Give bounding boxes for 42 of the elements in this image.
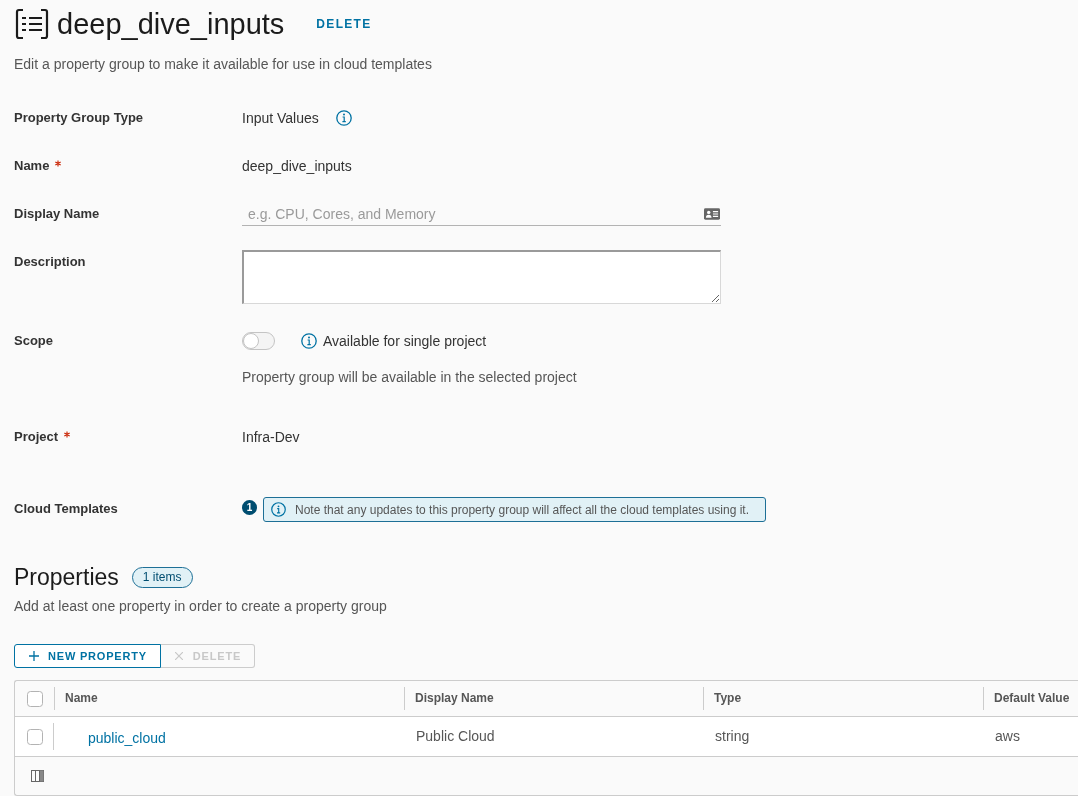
select-all-checkbox[interactable]	[26, 690, 43, 707]
table-cell-text: Public Cloud	[415, 727, 496, 746]
field-value: Infra-Dev	[242, 428, 300, 447]
bracketed-list-icon	[15, 8, 49, 40]
field-label: Description	[14, 253, 86, 271]
row-checkbox[interactable]	[26, 728, 43, 745]
property-name-link[interactable]: public_cloud	[88, 730, 166, 746]
column-header[interactable]: Name	[54, 681, 404, 716]
display-name-field[interactable]: e.g. CPU, Cores, and Memory	[242, 202, 721, 226]
field-value: Input Values	[242, 109, 319, 128]
table-cell-text: string	[714, 727, 751, 746]
field-label: Display Name	[14, 205, 100, 223]
cross-icon	[174, 652, 183, 660]
column-header[interactable]: Type	[703, 681, 983, 716]
field-label: Scope	[14, 332, 53, 350]
info-icon[interactable]	[301, 333, 317, 349]
page-title: deep_dive_inputs	[57, 8, 285, 40]
delete-link[interactable]: DELETE	[316, 16, 372, 32]
id-card-icon[interactable]	[704, 208, 720, 220]
alert-message: Note that any updates to this property group will affect all the cloud templates using it.	[295, 502, 750, 517]
column-header[interactable]: Default Value	[983, 681, 1078, 716]
table-cell-text: aws	[994, 727, 1021, 746]
field-label: Property Group Type	[14, 109, 144, 127]
count-badge: 1	[242, 500, 257, 515]
section-title: Properties	[14, 563, 119, 591]
info-icon[interactable]	[335, 110, 352, 126]
field-label: Cloud Templates	[14, 500, 118, 518]
column-header[interactable]: Display Name	[404, 681, 703, 716]
page-subtitle: Edit a property group to make it available for use in cloud templates	[14, 55, 433, 74]
field-label: Name	[14, 157, 50, 175]
plus-icon	[29, 651, 39, 661]
helper-text: Property group will be available in the selected project	[242, 368, 578, 387]
add-button[interactable]: NEW PROPERTY	[14, 644, 161, 668]
item-count-badge: 1 items	[131, 566, 193, 588]
toggle-label: Available for single project	[323, 332, 487, 351]
description-field[interactable]	[242, 250, 721, 304]
info-icon	[271, 502, 286, 517]
columns-icon[interactable]	[31, 770, 44, 782]
scope-toggle[interactable]	[242, 332, 275, 350]
field-value: deep_dive_inputs	[242, 157, 352, 176]
section-helper-text: Add at least one property in order to create a property group	[14, 597, 388, 616]
field-label: Project	[14, 428, 59, 446]
